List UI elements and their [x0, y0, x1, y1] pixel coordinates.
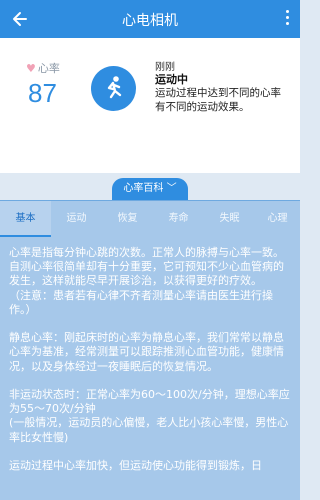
chevron-down-icon: ﹀	[166, 183, 177, 194]
heart-rate-label: ♥ 心率	[26, 60, 60, 76]
category-tabs: 基本 运动 恢复 寿命 失眠 心理	[0, 201, 300, 237]
more-menu-icon[interactable]	[284, 10, 290, 28]
tab-insomnia[interactable]: 失眠	[204, 201, 255, 237]
heart-rate-summary: ♥ 心率 87 刚刚 运动中 运动过程中达到不同的心率有不同的运动效果。	[0, 38, 300, 173]
encyclopedia-toggle-button[interactable]: 心率百科 ﹀	[112, 178, 188, 200]
heart-icon: ♥	[26, 62, 36, 75]
encyclopedia-panel: 基本 运动 恢复 寿命 失眠 心理 心率是指每分钟心跳的次数。正常人的脉搏与心率…	[0, 200, 300, 500]
tab-exercise[interactable]: 运动	[51, 201, 102, 237]
tab-lifespan[interactable]: 寿命	[153, 201, 204, 237]
encyclopedia-label: 心率百科	[123, 183, 164, 194]
heart-rate-label-text: 心率	[37, 62, 60, 75]
app-bar: 心电相机	[0, 0, 300, 38]
heart-rate-value: 87	[28, 78, 57, 108]
tab-basic[interactable]: 基本	[0, 201, 51, 237]
status-description: 运动过程中达到不同的心率有不同的运动效果。	[155, 87, 281, 113]
tab-recovery[interactable]: 恢复	[102, 201, 153, 237]
page-title: 心电相机	[122, 13, 178, 29]
tab-psychology[interactable]: 心理	[255, 201, 300, 237]
article-text: 心率是指每分钟心跳的次数。正常人的脉搏与心率一致。自测心率很简单却有十分重要，它…	[9, 246, 290, 473]
running-person-icon	[107, 76, 122, 99]
status-title: 运动中	[155, 73, 188, 86]
running-status-badge	[91, 66, 136, 111]
